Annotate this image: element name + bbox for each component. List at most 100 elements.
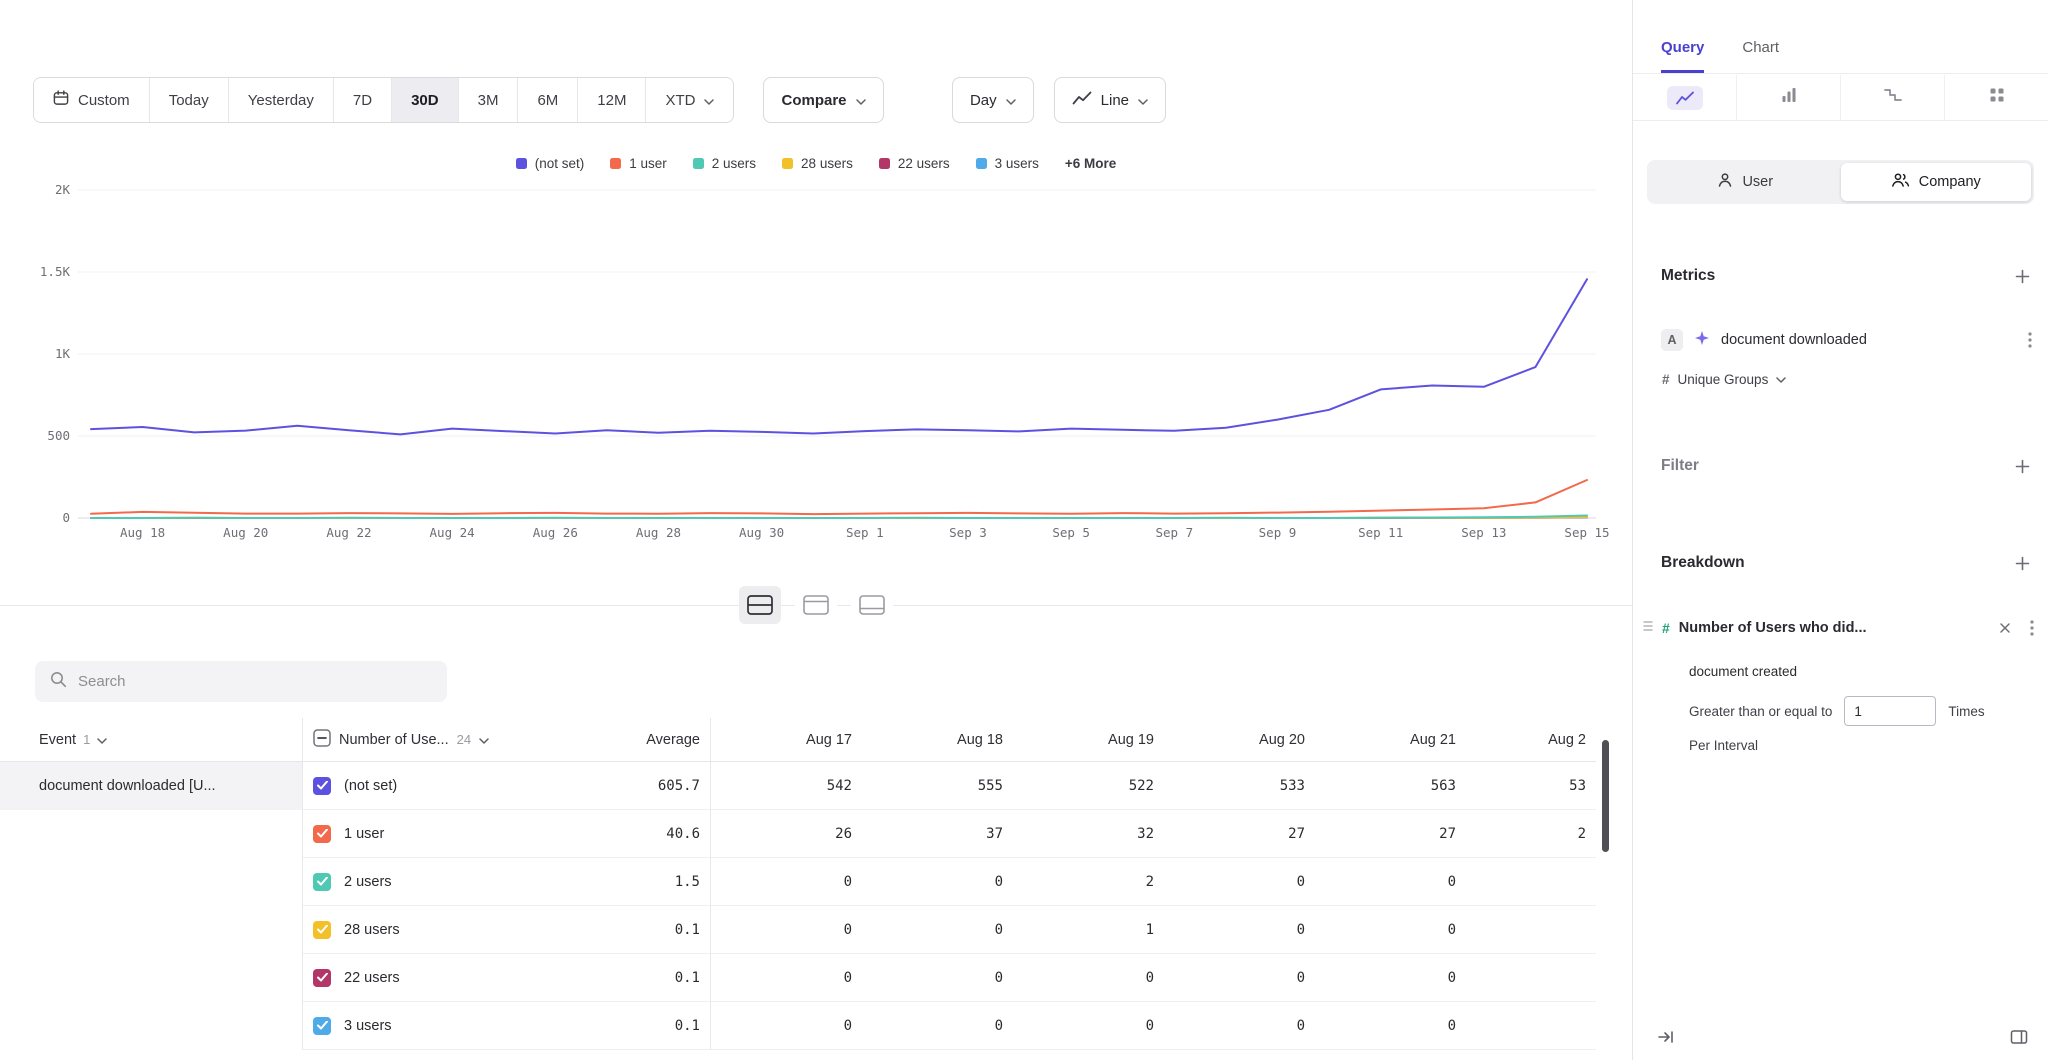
breakdown-event: document created: [1689, 658, 2034, 684]
cell-average: 0.1: [556, 906, 711, 954]
flow-chart-icon: [1884, 88, 1902, 107]
close-icon[interactable]: [1997, 620, 2013, 636]
date-range-6m[interactable]: 6M: [517, 78, 577, 122]
row-checkbox[interactable]: [313, 873, 331, 891]
interval-label: Day: [970, 92, 997, 109]
date-range-today[interactable]: Today: [149, 78, 228, 122]
tab-chart[interactable]: Chart: [1742, 39, 1779, 73]
svg-text:Aug 24: Aug 24: [430, 525, 475, 540]
breakdown-section-header: Breakdown: [1633, 546, 2048, 580]
date-range-3m[interactable]: 3M: [458, 78, 518, 122]
legend-item[interactable]: 28 users: [782, 156, 853, 171]
date-range-yesterday[interactable]: Yesterday: [228, 78, 333, 122]
legend-item[interactable]: 2 users: [693, 156, 756, 171]
cell-value: 533: [1164, 762, 1315, 810]
cell-value: 32: [1013, 810, 1164, 858]
legend-item[interactable]: (not set): [516, 156, 585, 171]
svg-text:Aug 20: Aug 20: [223, 525, 268, 540]
metrics-title: Metrics: [1661, 267, 1715, 285]
drag-handle-icon[interactable]: [1643, 619, 1653, 637]
tab-query[interactable]: Query: [1661, 39, 1704, 73]
cell-value: 26: [711, 810, 862, 858]
legend-label: 1 user: [629, 156, 667, 171]
column-header-date[interactable]: Aug 21: [1315, 718, 1466, 762]
add-filter-button[interactable]: [2015, 459, 2030, 474]
event-spark-icon: [1694, 330, 1710, 351]
split-view-toggle[interactable]: [739, 586, 781, 624]
column-header-date[interactable]: Aug 17: [711, 718, 862, 762]
compare-label: Compare: [781, 92, 846, 109]
legend-item[interactable]: 22 users: [879, 156, 950, 171]
row-checkbox[interactable]: [313, 1017, 331, 1035]
svg-text:Sep 13: Sep 13: [1461, 525, 1506, 540]
scope-company[interactable]: Company: [1841, 163, 2032, 201]
kebab-menu-icon[interactable]: [2028, 332, 2032, 348]
add-breakdown-button[interactable]: [2015, 556, 2030, 571]
breakdown-property-name: Number of Users who did...: [1679, 620, 1988, 636]
row-checkbox[interactable]: [313, 777, 331, 795]
cell-value: 1: [1013, 906, 1164, 954]
legend-item[interactable]: 3 users: [976, 156, 1039, 171]
column-header-average[interactable]: Average: [556, 718, 711, 762]
svg-text:2K: 2K: [55, 182, 71, 197]
kebab-menu-icon[interactable]: [2030, 620, 2034, 636]
collapse-panel-icon[interactable]: [1657, 1029, 1675, 1045]
group-column-header[interactable]: Number of Use... 24: [303, 718, 556, 762]
date-range-7d[interactable]: 7D: [333, 78, 391, 122]
legend-more[interactable]: +6 More: [1065, 156, 1116, 171]
bar-chart-icon: [1781, 87, 1797, 108]
row-label: (not set): [344, 778, 397, 794]
line-chart: 05001K1.5K2KAug 18Aug 20Aug 22Aug 24Aug …: [0, 180, 1632, 548]
chevron-down-icon: [704, 92, 714, 109]
cell-value: 542: [711, 762, 862, 810]
date-range-label: Custom: [78, 92, 130, 109]
event-list-item[interactable]: document downloaded [U...: [0, 762, 302, 810]
cell-average: 605.7: [556, 762, 711, 810]
table-row: document downloaded [U... (not set) 605.…: [0, 762, 1632, 810]
column-header-date[interactable]: Aug 18: [862, 718, 1013, 762]
search-input[interactable]: [78, 673, 432, 690]
interval-select[interactable]: Day: [952, 77, 1034, 123]
chart-type-select[interactable]: Line: [1054, 77, 1166, 123]
cell-value: 27: [1164, 810, 1315, 858]
row-checkbox[interactable]: [313, 969, 331, 987]
event-column-header[interactable]: Event 1: [0, 718, 303, 762]
date-range-30d[interactable]: 30D: [391, 78, 458, 122]
results-table: Event 1 Number of Use... 24 Average Aug …: [0, 718, 1632, 1060]
date-range-12m[interactable]: 12M: [577, 78, 645, 122]
line-chart-icon: [1072, 90, 1092, 110]
column-header-date[interactable]: Aug 2: [1466, 718, 1596, 762]
compare-button[interactable]: Compare: [763, 77, 883, 123]
column-header-date[interactable]: Aug 19: [1013, 718, 1164, 762]
panel-layout-icon[interactable]: [2010, 1029, 2028, 1045]
row-checkbox[interactable]: [313, 825, 331, 843]
chevron-down-icon: [97, 732, 107, 748]
cell-value: 522: [1013, 762, 1164, 810]
legend-swatch: [693, 158, 704, 169]
scope-user[interactable]: User: [1650, 163, 1841, 201]
cell-value: 0: [862, 1002, 1013, 1050]
chart-only-toggle[interactable]: [795, 586, 837, 624]
metric-item[interactable]: A document downloaded: [1661, 322, 2032, 358]
condition-value-input[interactable]: [1844, 696, 1936, 726]
add-metric-button[interactable]: [2015, 269, 2030, 284]
group-count: 24: [457, 732, 471, 747]
row-checkbox[interactable]: [313, 921, 331, 939]
legend-item[interactable]: 1 user: [610, 156, 667, 171]
vertical-scrollbar[interactable]: [1602, 740, 1609, 852]
cell-value: 0: [1013, 1002, 1164, 1050]
chart-type-flow-tab[interactable]: [1840, 75, 1944, 120]
chart-type-line-tab[interactable]: [1633, 75, 1736, 120]
chart-type-bar-tab[interactable]: [1736, 75, 1840, 120]
chevron-down-icon: [1776, 370, 1786, 388]
table-only-toggle[interactable]: [851, 586, 893, 624]
legend-label: 22 users: [898, 156, 950, 171]
legend-swatch: [976, 158, 987, 169]
date-range-custom[interactable]: Custom: [34, 78, 149, 122]
date-range-xtd[interactable]: XTD: [645, 78, 733, 122]
column-header-date[interactable]: Aug 20: [1164, 718, 1315, 762]
chart-type-more-tab[interactable]: [1944, 75, 2048, 120]
metric-measure-select[interactable]: # Unique Groups: [1662, 364, 2032, 394]
breakdown-item[interactable]: # Number of Users who did...: [1643, 608, 2034, 648]
collapse-all-button[interactable]: [313, 729, 331, 751]
